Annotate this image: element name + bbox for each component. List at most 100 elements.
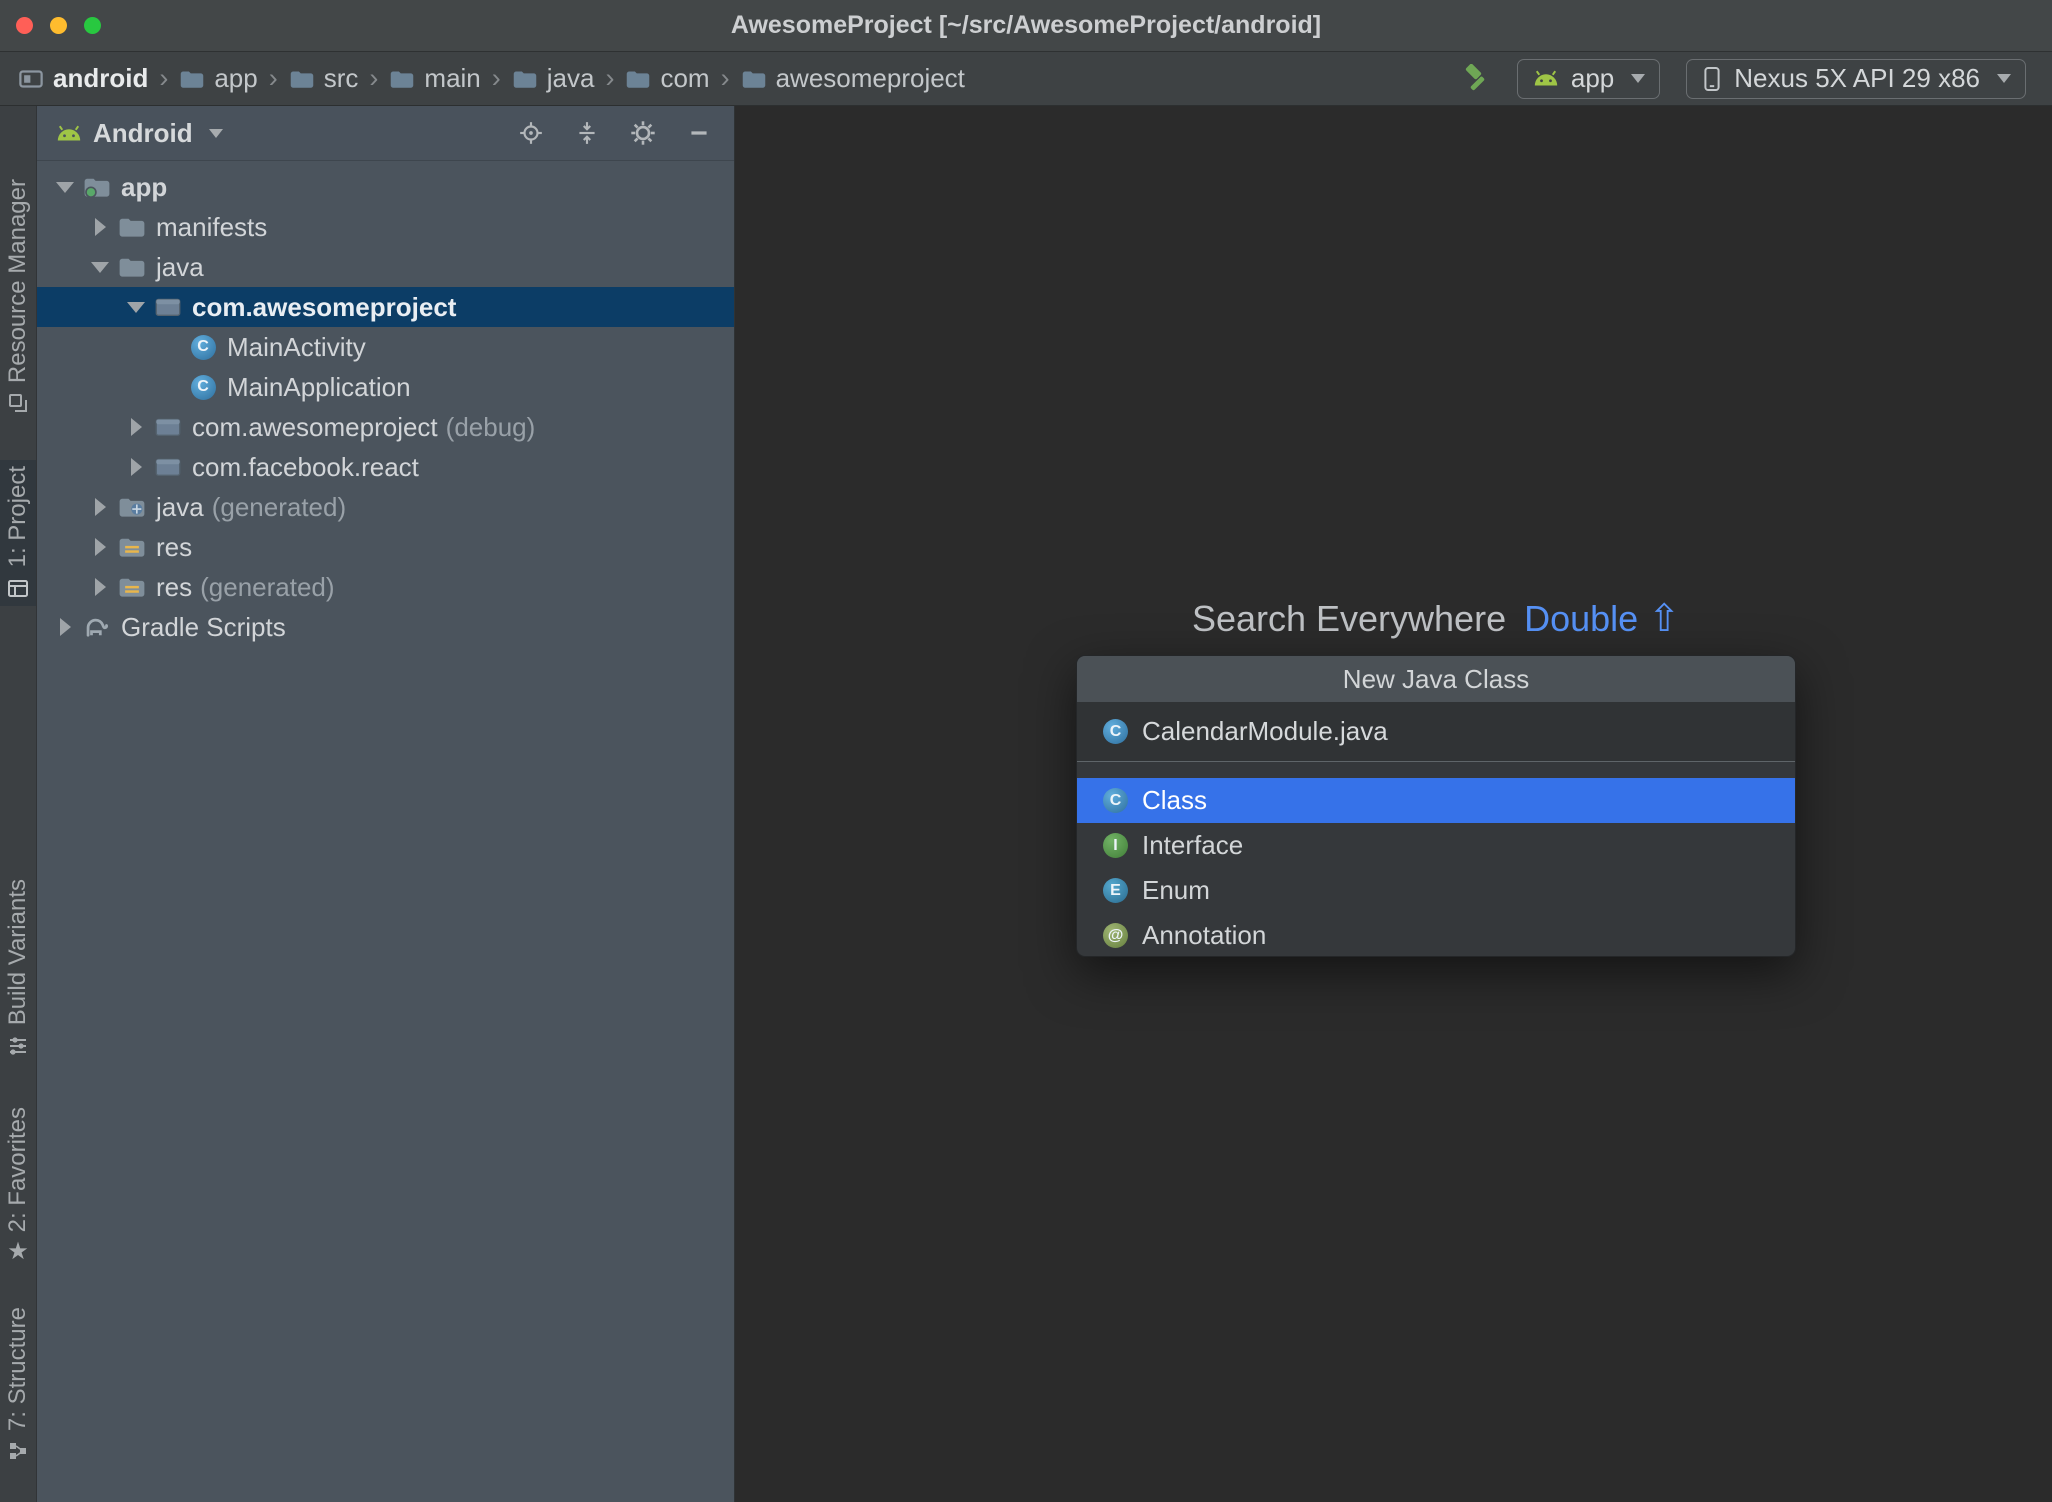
tool-window-button-build-variants[interactable]: Build Variants [0,873,36,1063]
tool-window-label: 1: Project [4,466,31,568]
class-icon: C [188,374,218,400]
breadcrumb-separator: › [491,63,501,93]
tree-item-com-facebook-react[interactable]: com.facebook.react [37,447,734,487]
tree-item-manifests[interactable]: manifests [37,207,734,247]
breadcrumb-main[interactable]: main [389,63,481,94]
project-panel-header: Android [37,106,734,161]
package-icon [153,454,183,480]
shift-arrow-icon: ⇧ [1648,598,1681,640]
resource-manager-icon [9,394,27,413]
run-configuration-select[interactable]: app [1516,58,1661,99]
chevron-expanded-icon[interactable] [127,301,145,313]
chevron-collapsed-icon[interactable] [130,418,142,436]
tree-item-mainactivity[interactable]: C MainActivity [37,327,734,367]
project-view-selector[interactable]: Android [55,118,223,149]
collapse-all-button[interactable] [574,120,600,146]
tool-window-label: 7: Structure [4,1307,31,1432]
chevron-expanded-icon[interactable] [56,181,74,193]
chevron-collapsed-icon[interactable] [94,218,106,236]
locate-file-button[interactable] [518,120,544,146]
tree-item-label: java [156,251,204,282]
class-name-input[interactable] [1142,716,1769,747]
build-hammer-button[interactable] [1461,63,1491,94]
tree-item-suffix: (generated) [200,571,335,602]
tree-item-label: java [156,491,204,522]
hint-shortcut-text: Double [1524,598,1639,639]
tree-item-res[interactable]: res [37,527,734,567]
search-everywhere-hint: Search Everywhere Double ⇧ [1076,596,1796,641]
editor-area: Search Everywhere Double ⇧ New Java Class … [735,106,2052,1502]
tree-item-app[interactable]: app [37,167,734,207]
chevron-collapsed-icon[interactable] [94,538,106,556]
folder-icon [290,71,313,88]
chevron-collapsed-icon[interactable] [59,618,71,636]
breadcrumb-src[interactable]: src [289,63,359,94]
tree-item-mainapplication[interactable]: C MainApplication [37,367,734,407]
breadcrumb-separator: › [605,63,615,93]
tree-item-gradle-scripts[interactable]: Gradle Scripts [37,607,734,647]
tree-item-label: MainActivity [227,331,366,362]
breadcrumb-label: android [53,63,149,93]
tool-window-button-favorites[interactable]: 2: Favorites ★ [0,1101,36,1270]
chevron-collapsed-icon[interactable] [130,458,142,476]
minimize-button[interactable] [50,17,67,34]
breadcrumb-separator: › [369,63,379,93]
breadcrumb-awesomeproject[interactable]: awesomeproject [741,63,965,94]
folder-icon [513,71,537,88]
breadcrumb-java[interactable]: java [512,63,594,94]
zoom-button[interactable] [84,17,101,34]
resources-folder-icon [117,534,147,560]
project-tree: app manifests java com.awesomeproject C … [37,161,734,647]
device-select[interactable]: Nexus 5X API 29 x86 [1686,58,2026,99]
chevron-collapsed-icon[interactable] [94,498,106,516]
kind-option-interface[interactable]: I Interface [1077,823,1795,868]
hide-panel-button[interactable] [686,120,712,146]
breadcrumb-app[interactable]: app [179,63,258,94]
resources-folder-icon [117,574,147,600]
tree-item-label: res [156,571,193,602]
close-button[interactable] [16,17,33,34]
kind-label: Class [1142,785,1208,815]
kind-option-enum[interactable]: E Enum [1077,868,1795,913]
popup-title: New Java Class [1077,656,1795,702]
interface-icon: I [1103,833,1128,858]
tree-item-res-generated[interactable]: res (generated) [37,567,734,607]
tool-window-button-project[interactable]: 1: Project [0,460,36,606]
new-java-class-popup: New Java Class C C Class I Interface E E… [1076,655,1796,957]
tree-item-java-generated[interactable]: java (generated) [37,487,734,527]
kind-list: C Class I Interface E Enum @ Annotation [1077,778,1795,956]
folder-icon [742,71,765,88]
tool-window-button-resource-manager[interactable]: Resource Manager [0,173,36,421]
tool-window-button-structure[interactable]: 7: Structure [0,1301,36,1469]
tree-item-com-awesomeproject[interactable]: com.awesomeproject [37,287,734,327]
folder-icon [117,214,147,240]
android-icon [1534,70,1558,86]
chevron-collapsed-icon[interactable] [94,578,106,596]
breadcrumb-label: app [214,63,258,93]
tree-item-label: res [156,531,193,562]
class-icon: C [188,334,218,360]
tree-item-java[interactable]: java [37,247,734,287]
kind-label: Annotation [1142,920,1267,950]
chevron-expanded-icon[interactable] [91,261,109,273]
breadcrumb-android[interactable]: android [18,63,148,94]
settings-gear-button[interactable] [630,120,656,146]
breadcrumb-separator: › [159,63,169,93]
class-name-field[interactable]: C [1077,702,1795,762]
package-icon [153,414,183,440]
kind-option-class[interactable]: C Class [1077,778,1795,823]
breadcrumb-com[interactable]: com [625,63,710,94]
tree-item-suffix: (debug) [445,411,536,442]
tree-item-com-awesomeproject-debug[interactable]: com.awesomeproject (debug) [37,407,734,447]
chevron-down-icon [1631,74,1646,83]
tree-item-label: manifests [156,211,268,242]
kind-option-annotation[interactable]: @ Annotation [1077,913,1795,956]
breadcrumb-label: com [660,63,710,93]
breadcrumb-label: main [424,63,481,93]
package-icon [153,294,183,320]
breadcrumb-separator: › [268,63,278,93]
breadcrumb-label: src [323,63,359,93]
module-icon [19,69,43,88]
chevron-down-icon [1997,74,2011,83]
app-module-folder-icon [82,174,112,200]
